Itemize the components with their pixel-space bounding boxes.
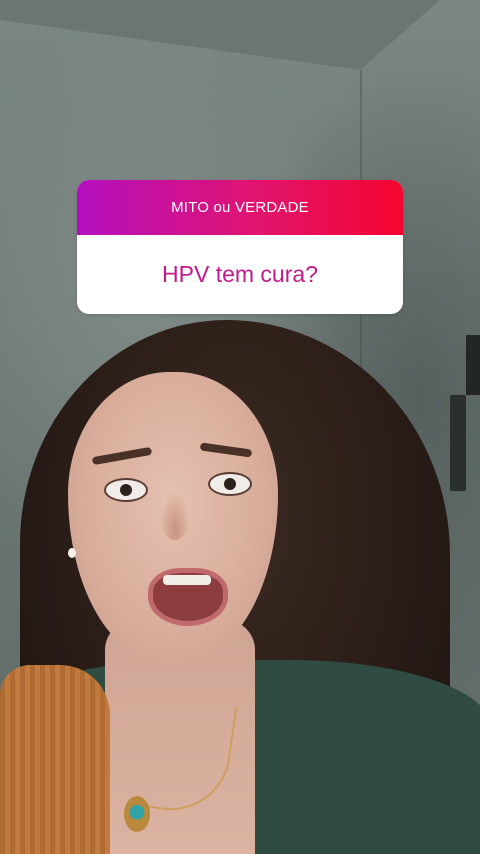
- quiz-sticker[interactable]: MITO ou VERDADE HPV tem cura?: [77, 180, 403, 314]
- nose: [160, 490, 190, 540]
- left-eye: [104, 478, 148, 502]
- right-eye: [208, 472, 252, 496]
- person-top: [0, 665, 110, 854]
- necklace-pendant: [124, 796, 150, 832]
- video-background: [0, 0, 480, 854]
- earring: [68, 548, 76, 558]
- quiz-sticker-header: MITO ou VERDADE: [77, 180, 403, 235]
- mouth: [148, 568, 228, 626]
- wall-fixture: [450, 395, 466, 491]
- quiz-sticker-question: HPV tem cura?: [162, 261, 318, 287]
- wall-fixture: [466, 335, 480, 395]
